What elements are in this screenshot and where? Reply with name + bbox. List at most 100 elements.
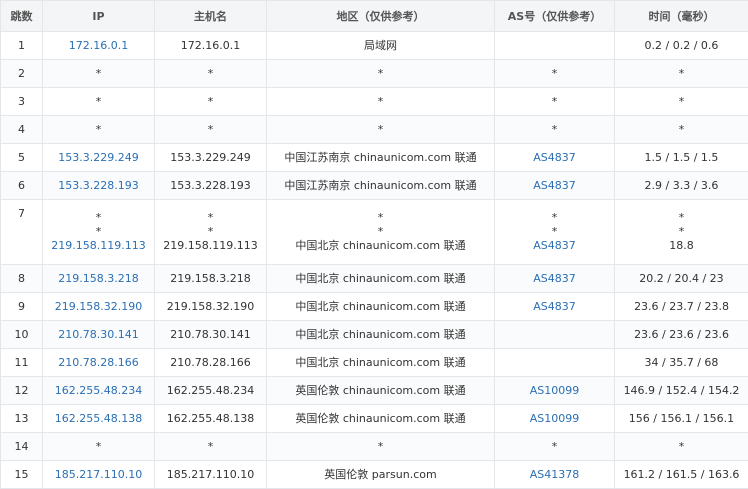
hop-number: 10 xyxy=(1,321,43,349)
latency-cell: 2.9 / 3.3 / 3.6 xyxy=(615,172,748,200)
ip-link[interactable]: 210.78.30.141 xyxy=(43,328,154,342)
region-cell: * xyxy=(267,433,495,461)
region-text: * xyxy=(267,225,494,239)
hostname-text: 153.3.229.249 xyxy=(155,151,266,165)
latency-cell: * xyxy=(615,116,748,144)
as-link[interactable]: AS4837 xyxy=(495,179,614,193)
ip-link-cell: * xyxy=(43,88,155,116)
as-link-cell: AS4837 xyxy=(495,144,615,172)
region-text: 英国伦敦 parsun.com xyxy=(267,468,494,482)
latency-text: 156 / 156.1 / 156.1 xyxy=(615,412,748,426)
latency-text: 2.9 / 3.3 / 3.6 xyxy=(615,179,748,193)
hostname-text: 162.255.48.234 xyxy=(155,384,266,398)
ip-link[interactable]: 153.3.228.193 xyxy=(43,179,154,193)
as-link-cell xyxy=(495,349,615,377)
as-link-text: * xyxy=(495,67,614,81)
ip-link[interactable]: 219.158.119.113 xyxy=(43,239,154,253)
hop-number: 8 xyxy=(1,265,43,293)
region-text: 中国北京 chinaunicom.com 联通 xyxy=(267,272,494,286)
table-row: 10210.78.30.141210.78.30.141中国北京 chinaun… xyxy=(1,321,748,349)
as-link-cell: * xyxy=(495,116,615,144)
table-row: 1172.16.0.1172.16.0.1局域网0.2 / 0.2 / 0.6 xyxy=(1,32,748,60)
ip-link-cell: * xyxy=(43,433,155,461)
hostname-text: * xyxy=(155,440,266,454)
ip-link-cell: 172.16.0.1 xyxy=(43,32,155,60)
ip-link-cell: 162.255.48.138 xyxy=(43,405,155,433)
latency-text: * xyxy=(615,123,748,137)
hop-number: 7 xyxy=(1,200,43,265)
as-link[interactable]: AS4837 xyxy=(495,272,614,286)
latency-text: 0.2 / 0.2 / 0.6 xyxy=(615,39,748,53)
as-link-cell xyxy=(495,32,615,60)
ip-link[interactable]: 162.255.48.138 xyxy=(43,412,154,426)
hop-number: 3 xyxy=(1,88,43,116)
latency-text: * xyxy=(615,95,748,109)
table-row: 9219.158.32.190219.158.32.190中国北京 chinau… xyxy=(1,293,748,321)
region-text: * xyxy=(267,95,494,109)
latency-cell: * xyxy=(615,88,748,116)
hostname-text: * xyxy=(155,211,266,225)
ip-link-cell: 219.158.32.190 xyxy=(43,293,155,321)
table-row: 2***** xyxy=(1,60,748,88)
region-text: 中国北京 chinaunicom.com 联通 xyxy=(267,239,494,253)
as-link[interactable]: AS4837 xyxy=(495,239,614,253)
hostname-text: 219.158.32.190 xyxy=(155,300,266,314)
hop-number: 4 xyxy=(1,116,43,144)
traceroute-table: 跳数 IP 主机名 地区（仅供参考） AS号（仅供参考） 时间（毫秒） 1172… xyxy=(0,0,748,489)
header-time: 时间（毫秒） xyxy=(615,1,748,32)
table-row: 7**219.158.119.113**219.158.119.113**中国北… xyxy=(1,200,748,265)
as-link-cell: * xyxy=(495,433,615,461)
region-text: 中国北京 chinaunicom.com 联通 xyxy=(267,300,494,314)
latency-cell: 1.5 / 1.5 / 1.5 xyxy=(615,144,748,172)
region-cell: **中国北京 chinaunicom.com 联通 xyxy=(267,200,495,265)
hostname-text: * xyxy=(155,123,266,137)
ip-link-cell: * xyxy=(43,60,155,88)
region-cell: * xyxy=(267,60,495,88)
ip-link-text: * xyxy=(43,440,154,454)
latency-cell: 146.9 / 152.4 / 154.2 xyxy=(615,377,748,405)
hostname-text: 219.158.3.218 xyxy=(155,272,266,286)
ip-link[interactable]: 172.16.0.1 xyxy=(43,39,154,53)
ip-link[interactable]: 219.158.3.218 xyxy=(43,272,154,286)
latency-cell: 156 / 156.1 / 156.1 xyxy=(615,405,748,433)
region-cell: 中国北京 chinaunicom.com 联通 xyxy=(267,321,495,349)
as-link[interactable]: AS10099 xyxy=(495,384,614,398)
as-link-cell: * xyxy=(495,60,615,88)
latency-text: 146.9 / 152.4 / 154.2 xyxy=(615,384,748,398)
ip-link-cell: 162.255.48.234 xyxy=(43,377,155,405)
latency-text: 161.2 / 161.5 / 163.6 xyxy=(615,468,748,482)
latency-cell: 0.2 / 0.2 / 0.6 xyxy=(615,32,748,60)
hostname-text: 162.255.48.138 xyxy=(155,412,266,426)
hop-number: 5 xyxy=(1,144,43,172)
latency-text: * xyxy=(615,225,748,239)
as-link[interactable]: AS10099 xyxy=(495,412,614,426)
hostname-text: * xyxy=(155,225,266,239)
latency-cell: * xyxy=(615,60,748,88)
hop-number: 15 xyxy=(1,461,43,489)
as-link[interactable]: AS4837 xyxy=(495,151,614,165)
latency-text: 20.2 / 20.4 / 23 xyxy=(615,272,748,286)
hostname-cell: 162.255.48.138 xyxy=(155,405,267,433)
hostname-cell: * xyxy=(155,116,267,144)
latency-text: 1.5 / 1.5 / 1.5 xyxy=(615,151,748,165)
ip-link[interactable]: 153.3.229.249 xyxy=(43,151,154,165)
region-cell: 中国北京 chinaunicom.com 联通 xyxy=(267,265,495,293)
as-link-cell: AS10099 xyxy=(495,377,615,405)
ip-link[interactable]: 210.78.28.166 xyxy=(43,356,154,370)
latency-cell: 161.2 / 161.5 / 163.6 xyxy=(615,461,748,489)
hop-number: 6 xyxy=(1,172,43,200)
ip-link-cell: 185.217.110.10 xyxy=(43,461,155,489)
ip-link[interactable]: 219.158.32.190 xyxy=(43,300,154,314)
ip-link-text: * xyxy=(43,211,154,225)
region-cell: 局域网 xyxy=(267,32,495,60)
region-cell: * xyxy=(267,116,495,144)
hop-number: 9 xyxy=(1,293,43,321)
as-link[interactable]: AS4837 xyxy=(495,300,614,314)
ip-link[interactable]: 185.217.110.10 xyxy=(43,468,154,482)
as-link-text: * xyxy=(495,440,614,454)
table-row: 13162.255.48.138162.255.48.138英国伦敦 china… xyxy=(1,405,748,433)
as-link[interactable]: AS41378 xyxy=(495,468,614,482)
hostname-cell: **219.158.119.113 xyxy=(155,200,267,265)
ip-link[interactable]: 162.255.48.234 xyxy=(43,384,154,398)
region-text: * xyxy=(267,67,494,81)
